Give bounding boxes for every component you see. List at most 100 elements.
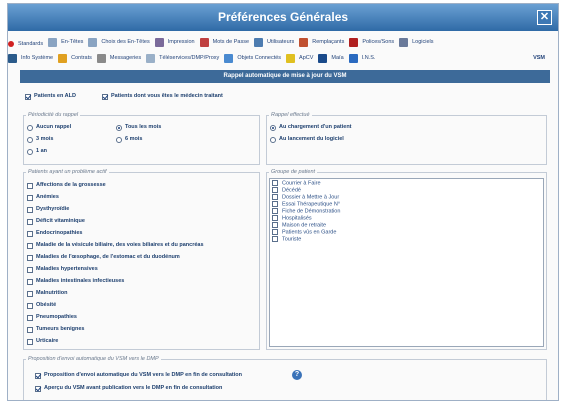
- checkbox[interactable]: [272, 201, 278, 207]
- radio-6-mois[interactable]: 6 mois: [116, 135, 142, 144]
- checkbox[interactable]: [27, 338, 33, 345]
- tab-messageries[interactable]: Messageries: [96, 51, 142, 65]
- probleme-item[interactable]: Malnutrition: [27, 289, 67, 298]
- option-patients-ald[interactable]: Patients en ALD: [25, 92, 76, 101]
- radio-1-an[interactable]: 1 an: [27, 147, 47, 156]
- checkbox[interactable]: [272, 187, 278, 193]
- probleme-item[interactable]: Dysthyroïdie: [27, 205, 69, 214]
- groupe-item[interactable]: Patients vûs en Garde: [270, 229, 543, 236]
- close-button[interactable]: ✕: [537, 10, 552, 25]
- radio-3-mois[interactable]: 3 mois: [27, 135, 53, 144]
- checkbox[interactable]: [25, 93, 31, 100]
- probleme-item[interactable]: Urticaire: [27, 337, 58, 346]
- tab-label: Mots de Passe: [212, 39, 250, 45]
- teleservice-icon: [146, 53, 156, 63]
- checkbox[interactable]: [272, 180, 278, 186]
- probleme-item[interactable]: Pneumopathies: [27, 313, 77, 322]
- title-bar: Préférences Générales ✕: [8, 4, 558, 31]
- option-dmp-apercu[interactable]: Aperçu du VSM avant publication vers le …: [35, 384, 222, 393]
- tab-label: Messageries: [109, 55, 142, 61]
- probleme-item[interactable]: Anémies: [27, 193, 59, 202]
- window-title: Préférences Générales: [217, 10, 349, 24]
- tab-label: Info Système: [21, 55, 54, 61]
- preferences-window: Préférences Générales ✕ Standards En-Tête…: [7, 3, 559, 401]
- probleme-item[interactable]: Maladies hypertensives: [27, 265, 98, 274]
- checkbox[interactable]: [272, 194, 278, 200]
- probleme-item[interactable]: Affections de la grossesse: [27, 181, 106, 190]
- radio-aucun-rappel[interactable]: Aucun rappel: [27, 123, 71, 132]
- checkbox[interactable]: [27, 266, 33, 273]
- checkbox[interactable]: [102, 93, 108, 100]
- checkbox[interactable]: [27, 206, 33, 213]
- probleme-item[interactable]: Maladies de l'œsophage, de l'estomac et …: [27, 253, 180, 262]
- tab-utilisateurs[interactable]: Utilisateurs: [254, 35, 294, 49]
- checkbox[interactable]: [27, 182, 33, 189]
- groupe-item[interactable]: Fiche de Démonstration: [270, 208, 543, 215]
- tab-vsm[interactable]: VSM: [533, 51, 545, 65]
- checkbox[interactable]: [27, 290, 33, 297]
- checkbox[interactable]: [27, 230, 33, 237]
- probleme-item[interactable]: Maladies intestinales infectieuses: [27, 277, 124, 286]
- tab-choix-des-en-tetes[interactable]: Choix des En-Têtes: [88, 35, 150, 49]
- radio-au-chargement[interactable]: Au chargement d'un patient: [270, 123, 352, 132]
- checkbox[interactable]: [27, 302, 33, 309]
- tab-maia[interactable]: Maïa: [318, 51, 344, 65]
- checkbox[interactable]: [27, 254, 33, 261]
- probleme-item[interactable]: Déficit vitaminique: [27, 217, 85, 226]
- tab-label: Utilisateurs: [267, 39, 295, 45]
- probleme-item[interactable]: Obésité: [27, 301, 56, 310]
- checkbox[interactable]: [27, 218, 33, 225]
- tab-apcv[interactable]: ApCV: [286, 51, 313, 65]
- groupe-item[interactable]: Décédé: [270, 187, 543, 194]
- tab-label: VSM: [533, 55, 545, 61]
- checkbox[interactable]: [27, 242, 33, 249]
- probleme-item[interactable]: Maladie de la vésicule biliaire, des voi…: [27, 241, 204, 250]
- tab-label: ApCV: [299, 55, 314, 61]
- tab-standards[interactable]: Standards: [8, 37, 43, 50]
- tab-mots-de-passe[interactable]: Mots de Passe: [199, 35, 250, 49]
- tab-label: Choix des En-Têtes: [101, 39, 150, 45]
- connected-icon: [224, 53, 234, 63]
- checkbox[interactable]: [27, 314, 33, 321]
- header-choice-icon: [88, 37, 98, 47]
- tab-impression[interactable]: Impression: [154, 35, 195, 49]
- groupe-item[interactable]: Touriste: [270, 236, 543, 243]
- checkbox[interactable]: [27, 278, 33, 285]
- checkbox[interactable]: [272, 229, 278, 235]
- rappel-legend: Rappel effectué: [269, 112, 312, 118]
- dmp-legend: Proposition d'envoi automatique du VSM v…: [26, 356, 161, 362]
- tab-i-n-s[interactable]: I.N.S.: [348, 51, 375, 65]
- option-dmp-proposition[interactable]: Proposition d'envoi automatique du VSM v…: [35, 371, 242, 380]
- checkbox[interactable]: [27, 326, 33, 333]
- probleme-item[interactable]: Tumeurs benignes: [27, 325, 85, 334]
- tab-label: Remplaçants: [312, 39, 345, 45]
- tab-polices-sons[interactable]: Polices/Sons: [349, 35, 394, 49]
- checkbox[interactable]: [272, 208, 278, 214]
- groupe-item[interactable]: Hospitalisés: [270, 215, 543, 222]
- tab-logiciels[interactable]: Logiciels: [399, 35, 434, 49]
- problemes-legend: Patients ayant un problème actif: [26, 169, 109, 175]
- tab-teleservices-dmp-proxy[interactable]: Téléservices/DMP/Proxy: [146, 51, 219, 65]
- groupe-item[interactable]: Maison de retraite: [270, 222, 543, 229]
- checkbox[interactable]: [272, 222, 278, 228]
- tab-en-tetes[interactable]: En-Têtes: [48, 35, 83, 49]
- option-medecin-traitant[interactable]: Patients dont vous êtes le médecin trait…: [102, 92, 223, 101]
- users-icon: [254, 37, 264, 47]
- groupes-listbox[interactable]: Courrier à Faire Décédé Dossier à Mettre à…: [269, 178, 544, 347]
- radio-tous-les-mois[interactable]: Tous les mois: [116, 123, 161, 132]
- tab-remplacants[interactable]: Remplaçants: [299, 35, 344, 49]
- radio-au-lancement[interactable]: Au lancement du logiciel: [270, 135, 344, 144]
- checkbox[interactable]: [272, 236, 278, 242]
- tab-contrats[interactable]: Contrats: [58, 51, 92, 65]
- tab-info-systeme[interactable]: Info Système: [8, 51, 53, 65]
- checkbox[interactable]: [27, 194, 33, 201]
- tab-objets-connectes[interactable]: Objets Connectés: [224, 51, 281, 65]
- groupe-item[interactable]: Dossier à Mettre à Jour: [270, 194, 543, 201]
- help-icon[interactable]: ?: [292, 370, 302, 380]
- groupe-item[interactable]: Essai Thérapeutique N°: [270, 201, 543, 208]
- checkbox[interactable]: [272, 215, 278, 221]
- probleme-item[interactable]: Endocrinopathies: [27, 229, 82, 238]
- info-icon: [8, 53, 17, 63]
- groupe-item[interactable]: Courrier à Faire: [270, 180, 543, 187]
- maia-icon: [318, 53, 328, 63]
